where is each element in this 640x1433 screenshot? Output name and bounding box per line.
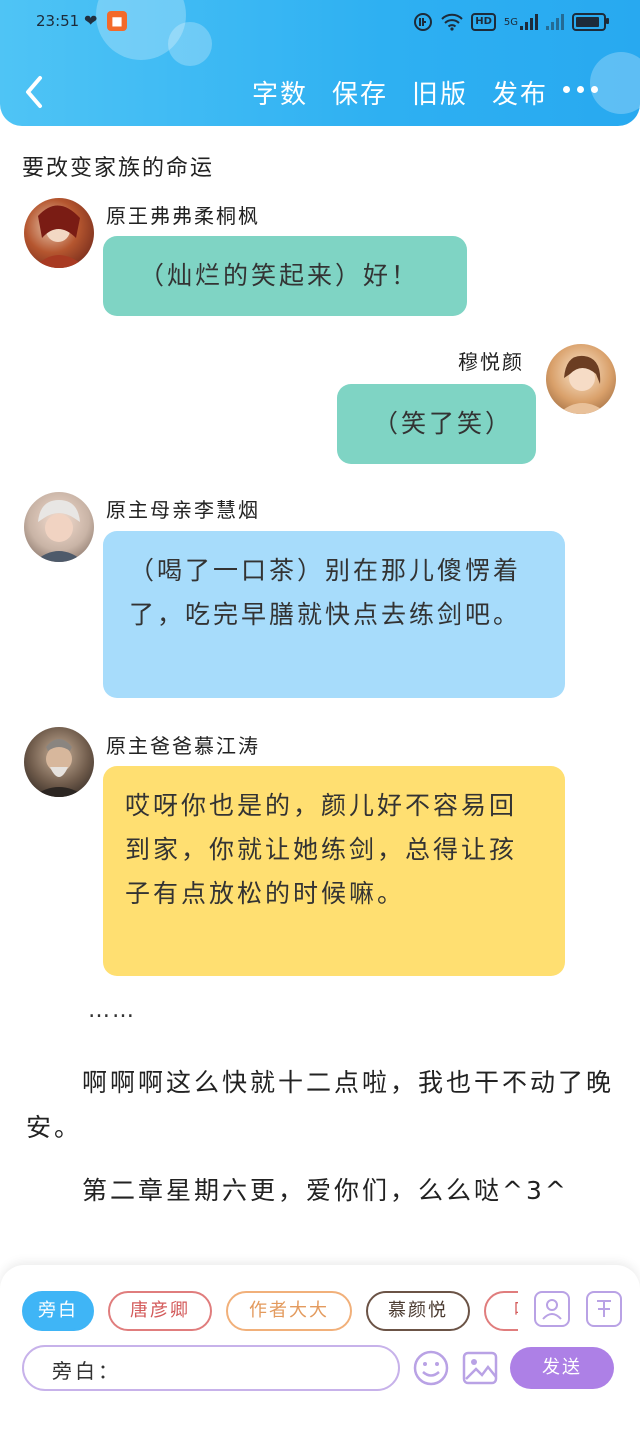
emoji-icon[interactable] xyxy=(412,1349,450,1387)
hd-icon: HD xyxy=(471,13,496,31)
old-version-button[interactable]: 旧版 xyxy=(412,74,468,111)
image-icon[interactable] xyxy=(462,1351,498,1385)
contact-card-icon[interactable] xyxy=(534,1291,570,1327)
app-notification-icon: ■ xyxy=(107,11,127,31)
header-toolbar: 字数 保存 旧版 发布 xyxy=(252,74,548,111)
signal-2-icon xyxy=(546,14,564,30)
role-chip[interactable]: 作者大大 xyxy=(226,1291,352,1331)
role-chip[interactable]: 慕颜悦 xyxy=(366,1291,470,1331)
input-panel: 旁白 唐彦卿 作者大大 慕颜悦 吖 旁白： 发送 xyxy=(0,1265,640,1433)
message-bubble[interactable]: （笑了笑） xyxy=(337,384,536,464)
status-right: HD 5G xyxy=(413,10,609,34)
role-chip[interactable]: 唐彦卿 xyxy=(108,1291,212,1331)
speaker-name: 原王弗弗柔桐枫 xyxy=(106,204,260,228)
message-input[interactable]: 旁白： xyxy=(22,1345,400,1391)
chapter-heading: 要改变家族的命运 xyxy=(22,156,215,181)
speaker-name: 原主爸爸慕江涛 xyxy=(106,734,260,758)
character-portrait-icon xyxy=(34,205,86,268)
input-prefix-label: 旁白： xyxy=(52,1359,121,1383)
tag-icon[interactable] xyxy=(586,1291,622,1327)
more-options-icon[interactable] xyxy=(563,86,598,93)
character-portrait-icon xyxy=(558,355,608,414)
character-portrait-icon xyxy=(34,500,84,562)
send-button[interactable]: 发送 xyxy=(510,1347,614,1389)
speaker-name: 原主母亲李慧烟 xyxy=(106,498,260,522)
network-type-label: 5G xyxy=(503,16,518,28)
avatar[interactable] xyxy=(24,727,94,797)
status-bar: 23:51 ❤ ■ HD 5G xyxy=(0,0,640,44)
narration-paragraph: 啊啊啊这么快就十二点啦，我也干不动了晚安。 xyxy=(26,1068,615,1142)
status-time: 23:51 xyxy=(36,12,80,30)
role-chip[interactable]: 吖 xyxy=(484,1291,518,1331)
avatar[interactable] xyxy=(24,198,94,268)
role-selector: 旁白 唐彦卿 作者大大 慕颜悦 吖 xyxy=(22,1291,518,1331)
message-bubble[interactable]: （喝了一口茶）别在那儿傻愣着了，吃完早膳就快点去练剑吧。 xyxy=(103,531,565,698)
publish-button[interactable]: 发布 xyxy=(492,74,548,111)
avatar[interactable] xyxy=(546,344,616,414)
word-count-button[interactable]: 字数 xyxy=(252,74,308,111)
top-header: 23:51 ❤ ■ HD 5G 字数 保存 旧版 发布 xyxy=(0,0,640,126)
character-portrait-icon xyxy=(32,739,86,797)
narration-paragraph: 第二章星期六更，爱你们，么么哒^3^ xyxy=(82,1176,569,1205)
avatar[interactable] xyxy=(24,492,94,562)
message-bubble[interactable]: （灿烂的笑起来）好！ xyxy=(103,236,467,316)
decor-bubble xyxy=(590,52,640,114)
speaker-name: 穆悦颜 xyxy=(458,350,524,374)
back-arrow-icon[interactable] xyxy=(20,72,50,112)
role-chip-narration[interactable]: 旁白 xyxy=(22,1291,94,1331)
save-button[interactable]: 保存 xyxy=(332,74,388,111)
signal-icon xyxy=(520,14,538,30)
vpn-icon xyxy=(414,13,433,31)
message-bubble[interactable]: 哎呀你也是的，颜儿好不容易回到家，你就让她练剑，总得让孩子有点放松的时候嘛。 xyxy=(103,766,565,976)
wifi-icon xyxy=(441,13,463,31)
ellipsis-text: …… xyxy=(88,998,136,1023)
battery-icon xyxy=(572,13,609,31)
heart-icon: ❤ xyxy=(84,11,98,30)
